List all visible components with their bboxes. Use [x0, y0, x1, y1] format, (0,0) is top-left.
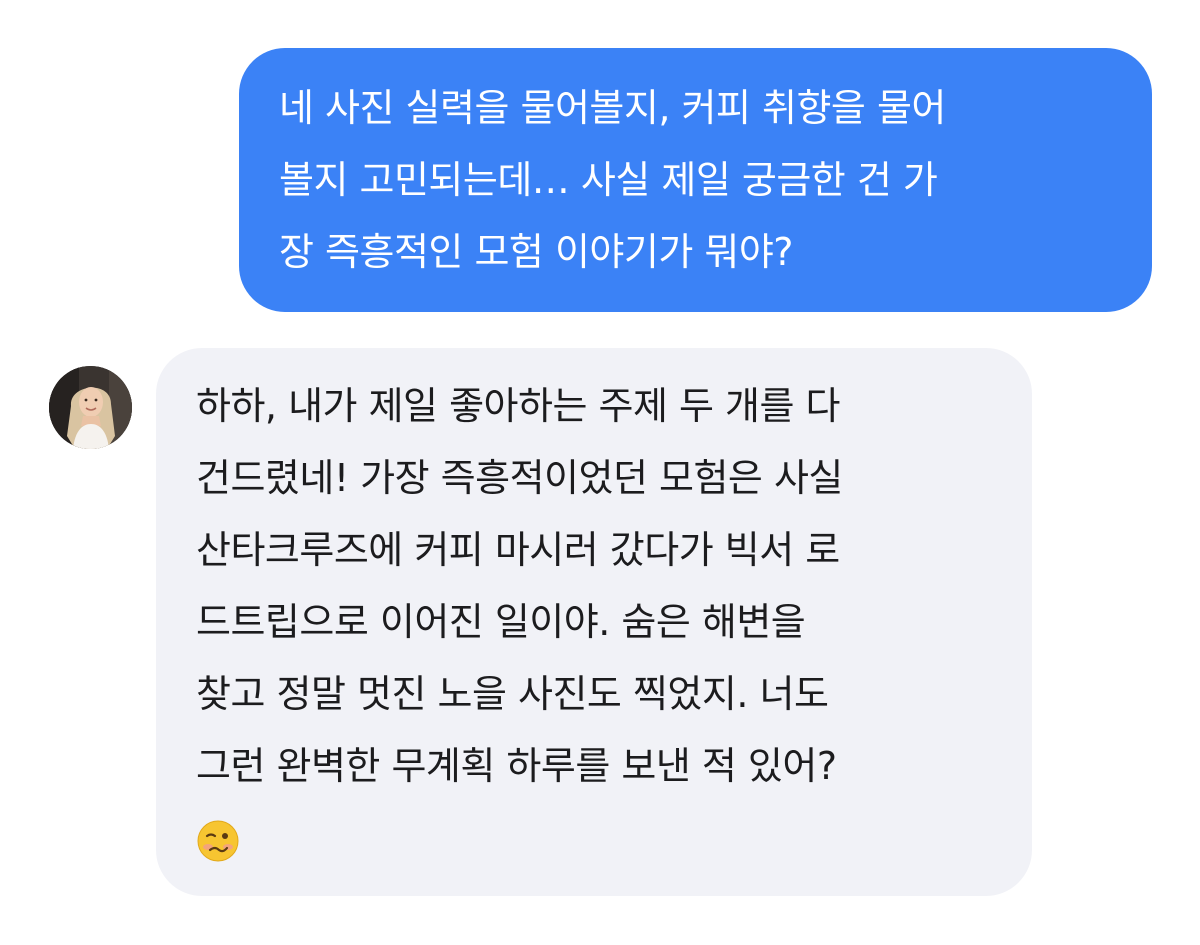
message-line: 드트립으로 이어진 일이야. 숨은 해변을	[196, 600, 806, 644]
message-line: 네 사진 실력을 물어볼지, 커피 취향을 물어	[279, 86, 946, 130]
message-line: 장 즉흥적인 모험 이야기가 뭐야?	[279, 230, 793, 274]
woozy-face-emoji-icon	[197, 820, 239, 861]
emoji-line	[196, 802, 992, 874]
message-line: 볼지 고민되는데… 사실 제일 궁금한 건 가	[279, 158, 938, 202]
chat-thread: 네 사진 실력을 물어볼지, 커피 취향을 물어 볼지 고민되는데… 사실 제일…	[0, 0, 1200, 945]
message-line: 찾고 정말 멋진 노을 사진도 찍었지. 너도	[196, 672, 829, 716]
message-line: 건드렸네! 가장 즉흥적이었던 모험은 사실	[196, 456, 843, 500]
message-line: 그런 완벽한 무계획 하루를 보낸 적 있어?	[196, 744, 837, 788]
outgoing-message-bubble[interactable]: 네 사진 실력을 물어볼지, 커피 취향을 물어 볼지 고민되는데… 사실 제일…	[239, 48, 1152, 312]
incoming-message-bubble[interactable]: 하하, 내가 제일 좋아하는 주제 두 개를 다 건드렸네! 가장 즉흥적이었던…	[156, 348, 1032, 896]
profile-avatar-icon	[49, 366, 132, 449]
avatar[interactable]	[49, 366, 132, 449]
message-line: 하하, 내가 제일 좋아하는 주제 두 개를 다	[196, 384, 841, 428]
message-line: 산타크루즈에 커피 마시러 갔다가 빅서 로	[196, 528, 840, 572]
